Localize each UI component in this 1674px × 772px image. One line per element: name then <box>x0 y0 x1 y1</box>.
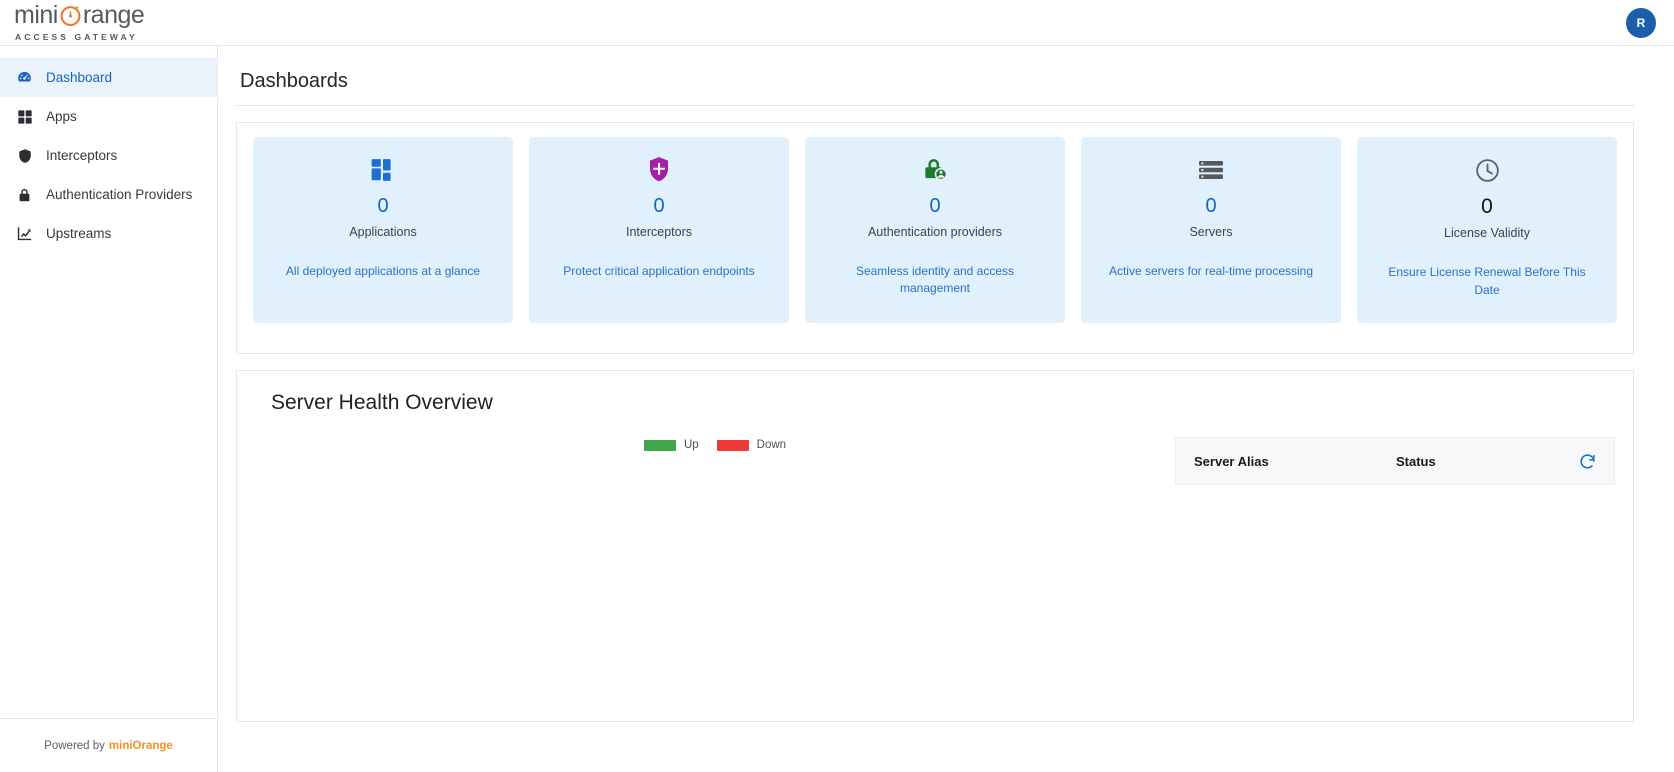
sidebar-item-apps[interactable]: Apps <box>0 97 217 136</box>
server-health-title: Server Health Overview <box>271 391 493 414</box>
column-header-status: Status <box>1396 453 1436 469</box>
orange-clock-icon <box>59 4 82 27</box>
table-header-row: Server Alias Status <box>1175 437 1615 485</box>
dashboard-icon <box>16 69 33 86</box>
grid-icon <box>16 108 33 125</box>
app-root: mini range ACCESS GATEWAY R Dashboard Ap… <box>0 0 1674 772</box>
refresh-icon[interactable] <box>1574 448 1600 474</box>
column-header-server-alias: Server Alias <box>1194 453 1269 469</box>
grid-icon <box>370 153 396 187</box>
stat-value: 0 <box>929 195 941 217</box>
server-status-table: Server Alias Status <box>1175 437 1615 485</box>
stat-label: License Validity <box>1444 226 1530 241</box>
stat-card-applications[interactable]: 0 Applications All deployed applications… <box>253 137 513 323</box>
stat-description: Active servers for real-time processing <box>1108 264 1314 278</box>
sidebar-item-label: Apps <box>46 109 77 124</box>
user-avatar[interactable]: R <box>1626 7 1656 38</box>
server-icon <box>1197 153 1225 187</box>
shield-icon <box>646 153 672 187</box>
server-health-body: Up Down Server Alias Status <box>255 437 1615 485</box>
stat-card-interceptors[interactable]: 0 Interceptors Protect critical applicat… <box>529 137 789 323</box>
stat-label: Interceptors <box>625 225 692 239</box>
stat-label: Authentication providers <box>867 225 1003 239</box>
legend-swatch-up <box>643 439 676 451</box>
stat-description: All deployed applications at a glance <box>285 264 481 278</box>
main-content: Dashboards 0 Applications All deployed a… <box>218 46 1674 772</box>
legend-item-down[interactable]: Down <box>716 439 787 451</box>
sidebar-footer: Powered by miniOrange <box>0 718 217 772</box>
title-divider <box>236 105 1634 106</box>
stat-description: Protect critical application endpoints <box>563 264 755 278</box>
sidebar-item-label: Authentication Providers <box>46 187 193 202</box>
footer-brand: miniOrange <box>108 739 173 752</box>
legend-label: Down <box>756 439 787 451</box>
logo-text-left: mini <box>14 1 58 29</box>
legend-item-up[interactable]: Up <box>643 439 699 451</box>
stat-label: Servers <box>1189 225 1233 239</box>
sidebar-item-label: Interceptors <box>46 148 118 163</box>
sidebar: Dashboard Apps Interceptors Authenticati… <box>0 46 218 772</box>
legend-label: Up <box>683 439 699 451</box>
stat-value: 0 <box>377 195 389 217</box>
stat-value: 0 <box>653 195 665 217</box>
stat-value: 0 <box>1205 195 1217 217</box>
shield-icon <box>16 147 33 164</box>
server-health-chart: Up Down <box>255 437 1175 451</box>
server-health-panel: Server Health Overview Up Down Server Al… <box>236 370 1634 722</box>
page-title: Dashboards <box>240 70 348 92</box>
sidebar-item-label: Dashboard <box>46 70 113 85</box>
stat-value: 0 <box>1481 195 1493 218</box>
sidebar-nav: Dashboard Apps Interceptors Authenticati… <box>0 58 217 253</box>
stat-description: Ensure License Renewal Before This Date <box>1388 265 1586 297</box>
stat-card-authentication-providers[interactable]: 0 Authentication providers Seamless iden… <box>805 137 1065 323</box>
chart-legend: Up Down <box>643 439 787 451</box>
stat-cards-panel: 0 Applications All deployed applications… <box>236 122 1634 354</box>
app-logo[interactable]: mini range ACCESS GATEWAY <box>8 1 145 43</box>
sidebar-item-authentication-providers[interactable]: Authentication Providers <box>0 175 217 214</box>
lock-user-icon <box>922 153 949 187</box>
clock-icon <box>1474 153 1501 187</box>
sidebar-item-dashboard[interactable]: Dashboard <box>0 58 217 97</box>
stat-cards-row: 0 Applications All deployed applications… <box>253 137 1617 323</box>
footer-prefix: Powered by <box>44 739 105 752</box>
logo-tagline: ACCESS GATEWAY <box>15 32 138 42</box>
logo-text-right: range <box>82 1 145 29</box>
top-header: mini range ACCESS GATEWAY R <box>0 0 1674 46</box>
stat-card-servers[interactable]: 0 Servers Active servers for real-time p… <box>1081 137 1341 323</box>
stat-card-license-validity[interactable]: 0 License Validity Ensure License Renewa… <box>1357 137 1617 323</box>
stat-label: Applications <box>349 225 417 239</box>
chart-icon <box>16 225 33 242</box>
lock-icon <box>16 186 33 203</box>
sidebar-item-upstreams[interactable]: Upstreams <box>0 214 217 253</box>
logo-wordmark: mini range <box>14 1 145 29</box>
legend-swatch-down <box>716 439 749 451</box>
body-row: Dashboard Apps Interceptors Authenticati… <box>0 46 1674 772</box>
sidebar-item-label: Upstreams <box>46 226 112 241</box>
sidebar-item-interceptors[interactable]: Interceptors <box>0 136 217 175</box>
stat-description: Seamless identity and access management <box>855 264 1015 296</box>
